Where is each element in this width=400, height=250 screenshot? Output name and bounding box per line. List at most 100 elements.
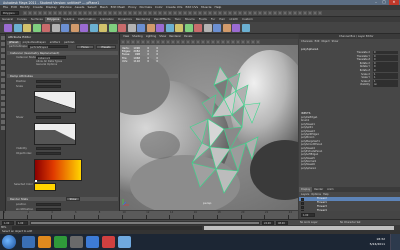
- status-tool-icon[interactable]: [298, 11, 302, 15]
- channel-row[interactable]: Visibility on: [299, 83, 400, 87]
- viewport-tool-icon[interactable]: [141, 40, 145, 44]
- shelf-tool-icon[interactable]: [165, 23, 174, 32]
- shelf-tool-icon[interactable]: [127, 23, 136, 32]
- taskbar-app-icon[interactable]: [22, 236, 35, 248]
- status-tool-icon[interactable]: [88, 11, 92, 15]
- toolbox-icon[interactable]: [0, 84, 5, 88]
- status-tool-icon[interactable]: [73, 11, 77, 15]
- channel-menu-edit[interactable]: Edit: [315, 39, 320, 44]
- status-tool-icon[interactable]: [288, 11, 292, 15]
- toolbox-icon[interactable]: [0, 96, 5, 100]
- command-mode[interactable]: MEL: [1, 226, 6, 229]
- status-tool-icon[interactable]: [48, 11, 52, 15]
- position-field[interactable]: [36, 80, 61, 83]
- shelf-tool-icon[interactable]: [118, 23, 126, 32]
- toolbox-icon[interactable]: [0, 66, 5, 70]
- status-tool-icon[interactable]: [268, 11, 272, 15]
- status-tool-icon[interactable]: [168, 11, 172, 15]
- viewport-tool-icon[interactable]: [166, 40, 170, 44]
- status-tool-icon[interactable]: [83, 11, 87, 15]
- instancer-field[interactable]: instancer1: [36, 56, 66, 60]
- status-tool-icon[interactable]: [283, 11, 287, 15]
- status-tool-icon[interactable]: [138, 11, 142, 15]
- status-tool-icon[interactable]: [193, 11, 197, 15]
- status-tool-icon[interactable]: [248, 11, 252, 15]
- status-tool-icon[interactable]: [228, 11, 232, 15]
- shelf-tool-icon[interactable]: [146, 23, 155, 32]
- node-name-field[interactable]: particleShape1: [28, 45, 68, 49]
- status-tool-icon[interactable]: [163, 11, 167, 15]
- viewport-tool-icon[interactable]: [126, 40, 130, 44]
- status-tool-icon[interactable]: [238, 11, 242, 15]
- shelf-tool-icon[interactable]: [232, 23, 240, 32]
- status-tool-icon[interactable]: [258, 11, 262, 15]
- viewport-tool-icon[interactable]: [196, 40, 200, 44]
- status-tool-icon[interactable]: [53, 11, 57, 15]
- taskbar-app-icon[interactable]: [38, 236, 51, 248]
- time-slider[interactable]: 1 2 4 6 8 10 12 14 16 18 20 22 24: [0, 211, 298, 219]
- toolbox-icon[interactable]: [0, 42, 5, 46]
- status-tool-icon[interactable]: [318, 11, 322, 15]
- time-cursor[interactable]: [3, 211, 4, 219]
- viewport-tool-icon[interactable]: [186, 40, 190, 44]
- viewport-tool-icon[interactable]: [176, 40, 180, 44]
- status-tool-icon[interactable]: [123, 11, 127, 15]
- viewport-tool-icon[interactable]: [211, 40, 215, 44]
- status-tool-icon[interactable]: [303, 11, 307, 15]
- show-desktop-button[interactable]: [390, 234, 400, 250]
- toolbox-icon[interactable]: [0, 102, 5, 106]
- channel-value[interactable]: on: [373, 83, 398, 87]
- current-frame-field[interactable]: 1.00: [301, 213, 315, 217]
- channel-menu-show[interactable]: Show: [332, 39, 339, 44]
- status-tool-icon[interactable]: [223, 11, 227, 15]
- status-tool-icon[interactable]: [293, 11, 297, 15]
- ramp-curve-graph[interactable]: [34, 91, 76, 113]
- status-tool-icon[interactable]: [178, 11, 182, 15]
- viewport-tool-icon[interactable]: [146, 40, 150, 44]
- viewport-tool-icon[interactable]: [181, 40, 185, 44]
- status-tool-icon[interactable]: [148, 11, 152, 15]
- status-tool-icon[interactable]: [78, 11, 82, 15]
- status-tool-icon[interactable]: [43, 11, 47, 15]
- taskbar-app-icon[interactable]: [54, 236, 67, 248]
- viewport-tool-icon[interactable]: [221, 40, 225, 44]
- status-tool-icon[interactable]: [128, 11, 132, 15]
- status-tool-icon[interactable]: [98, 11, 102, 15]
- status-tool-icon[interactable]: [313, 11, 317, 15]
- shelf-tool-icon[interactable]: [80, 23, 88, 32]
- anim-layer-select[interactable]: No Anim Layer: [300, 221, 318, 224]
- shelf-tool-icon[interactable]: [184, 23, 193, 32]
- channel-menu-object[interactable]: Object: [321, 39, 329, 44]
- status-tool-icon[interactable]: [308, 11, 312, 15]
- status-tool-icon[interactable]: [23, 11, 27, 15]
- taskbar-app-icon[interactable]: [102, 236, 115, 248]
- toolbox-icon[interactable]: [0, 60, 5, 64]
- viewport-tool-icon[interactable]: [206, 40, 210, 44]
- color-ramp-handle[interactable]: [35, 180, 37, 182]
- toolbox-icon[interactable]: [0, 126, 5, 130]
- status-tool-icon[interactable]: [243, 11, 247, 15]
- status-tool-icon[interactable]: [133, 11, 137, 15]
- toolbox-icon[interactable]: [0, 36, 5, 40]
- shelf-tool-icon[interactable]: [175, 23, 183, 32]
- viewport-tool-icon[interactable]: [236, 40, 240, 44]
- status-tool-icon[interactable]: [213, 11, 217, 15]
- shelf-tool-icon[interactable]: [137, 23, 145, 32]
- toolbox-icon[interactable]: [0, 120, 5, 124]
- status-tool-icon[interactable]: [118, 11, 122, 15]
- ramp-curve-graph-2[interactable]: [34, 123, 76, 145]
- toolbox-icon[interactable]: [0, 72, 5, 76]
- status-tool-icon[interactable]: [143, 11, 147, 15]
- viewport-tool-icon[interactable]: [171, 40, 175, 44]
- show-button[interactable]: Show: [66, 197, 80, 201]
- shelf-tool-icon[interactable]: [32, 23, 41, 32]
- presets-button[interactable]: Presets: [96, 44, 116, 49]
- start-button[interactable]: [2, 235, 16, 249]
- selected-color-swatch[interactable]: [34, 183, 56, 191]
- viewport-tool-icon[interactable]: [131, 40, 135, 44]
- toolbox-icon[interactable]: [0, 54, 5, 58]
- viewport-tool-icon[interactable]: [216, 40, 220, 44]
- status-tool-icon[interactable]: [203, 11, 207, 15]
- viewport-tool-icon[interactable]: [246, 40, 250, 44]
- viewport-tool-icon[interactable]: [226, 40, 230, 44]
